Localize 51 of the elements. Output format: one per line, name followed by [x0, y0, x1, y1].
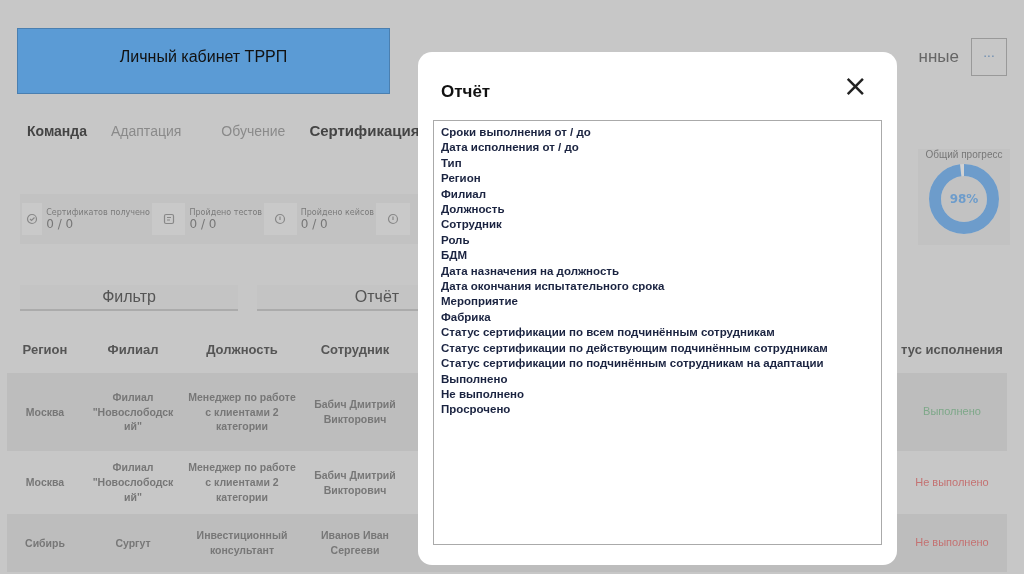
table-cell-text: Инвестиционный консультант	[195, 528, 289, 558]
table-cell-text: Сибирь	[24, 535, 66, 551]
table-cell-text: Бабич Дмитрий Викторович	[313, 397, 397, 427]
dialog-title: Отчёт	[441, 81, 491, 102]
list-item[interactable]: Статус сертификации по подчинённым сотрудникам на адаптации	[441, 356, 874, 372]
list-item[interactable]: Тип	[441, 155, 874, 172]
list-item[interactable]: Должность	[441, 202, 874, 218]
list-item[interactable]: Фабрика	[441, 309, 874, 326]
table-cell-text: Сургут	[114, 535, 152, 551]
list-item[interactable]: Сотрудник	[441, 217, 874, 233]
table-cell-text: Менеджер по работе с клиентами 2 категории	[187, 389, 297, 435]
tab[interactable]: Сертификация	[309, 122, 420, 139]
table-cell-text: Филиал "Новослободск ий"	[91, 460, 175, 505]
table-cell-text: Москва	[24, 404, 66, 420]
column-header: Филиал	[106, 341, 160, 357]
list-item[interactable]: Не выполнено	[441, 386, 874, 403]
status-cell-text: Не выполнено	[914, 535, 990, 551]
column-header: Регион	[21, 341, 69, 357]
progress-label: Общий прогресс	[925, 149, 1003, 160]
tab[interactable]: Команда	[27, 123, 87, 139]
list-item[interactable]: БДМ	[441, 248, 874, 264]
table-cell-text: Филиал "Новослободск ий"	[91, 389, 175, 435]
list-item[interactable]: Дата исполнения от / до	[441, 140, 874, 156]
header-text: нные	[918, 47, 959, 67]
list-item[interactable]: Статус сертификации по действующим подчинённым сотрудникам	[441, 340, 874, 357]
column-header: Сотрудник	[319, 341, 391, 357]
list-item[interactable]: Дата назначения на должность	[441, 263, 874, 280]
stat-value: 0 / 0	[46, 216, 74, 231]
table-cell-text: Менеджер по работе с клиентами 2 категории	[187, 460, 297, 505]
column-header: Должность	[205, 341, 279, 357]
list-item[interactable]: Регион	[441, 171, 874, 187]
list-item[interactable]: Выполнено	[441, 371, 874, 387]
table-cell-text: Бабич Дмитрий Викторович	[313, 467, 397, 498]
column-header: тус исполнения	[900, 341, 1004, 357]
status-cell-text: Выполнено	[922, 404, 982, 420]
stat-value: 0 / 0	[300, 216, 328, 231]
list-item[interactable]: Роль	[441, 232, 874, 249]
stat-label: Сертификатов получено	[46, 207, 150, 217]
cabinet-title-banner: Личный кабинет ТРРП	[17, 28, 390, 94]
list-item[interactable]: Статус сертификации по всем подчинённым сотрудникам	[441, 325, 874, 341]
stat-label: Пройдено тестов	[189, 207, 262, 217]
list-item[interactable]: Просрочено	[441, 402, 874, 418]
table-cell-text: Иванов Иван Сергееви	[320, 528, 390, 558]
list-item[interactable]: Сроки выполнения от / до	[441, 125, 874, 141]
table-cell-text: Москва	[24, 475, 66, 490]
close-button[interactable]: ×	[836, 71, 874, 101]
stat-label: Пройдено кейсов	[300, 207, 374, 217]
status-cell-text: Не выполнено	[914, 474, 990, 490]
stat-value: 0 / 0	[189, 216, 217, 231]
list-item[interactable]: Филиал	[441, 186, 874, 203]
progress-reading: 98%	[948, 191, 980, 208]
